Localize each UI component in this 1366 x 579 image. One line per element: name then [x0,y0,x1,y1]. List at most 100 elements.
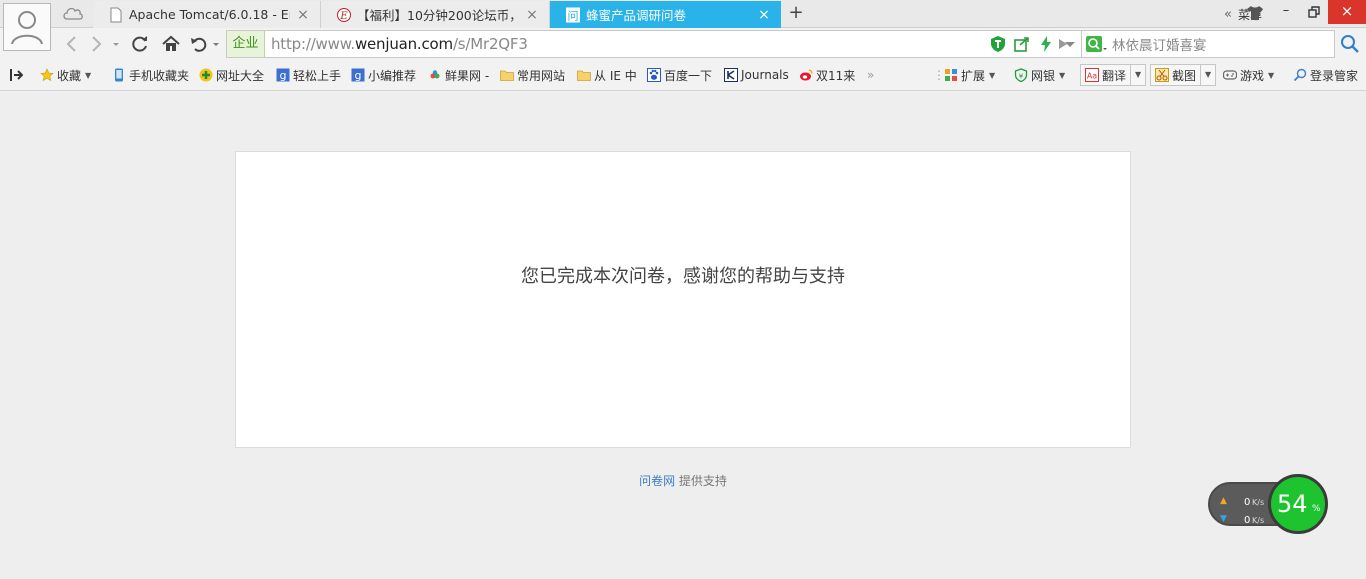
user-avatar[interactable] [3,3,51,51]
address-bar[interactable]: 企业 http://www.wenjuan.com/s/Mr2QF3 [226,30,1086,58]
play-icon[interactable] [1056,37,1070,51]
tab-close-button[interactable]: × [523,6,541,24]
bookmark-label: 收藏 [57,68,82,83]
refresh-icon[interactable] [130,34,150,54]
restore-icon [1308,6,1320,18]
close-window-button[interactable]: × [1328,0,1366,24]
url-domain: wenjuan.com [354,35,453,53]
bookmark-baidu[interactable]: 百度一下 [647,66,712,84]
fruit-icon [430,70,440,79]
memory-usage-button[interactable]: 54 % [1268,474,1328,534]
bookmarks-bar: 收藏 ▼ 手机收藏夹 网址大全 g 轻松上手 g 小编推荐 鲜果网 - 常用网站… [0,60,1366,90]
search-box[interactable] [1081,30,1335,58]
page-viewport: 您已完成本次问卷，感谢您的帮助与支持 问卷网 提供支持 [0,91,1366,579]
login-manager-label: 登录管家 [1310,68,1359,83]
page-icon [110,7,122,22]
upload-arrow-icon: ▲ [1220,496,1227,506]
tab-label: Apache Tomcat/6.0.18 - Error report [129,7,290,22]
home-icon[interactable] [161,34,181,54]
games-label: 游戏 [1240,68,1265,83]
svg-text:g: g [280,69,287,82]
translate-label: 翻译 [1102,68,1127,83]
bookmark-label: 从 IE 中 [594,68,637,83]
bookmark-label: Journals [741,68,789,82]
url-prefix: http://www. [271,35,355,53]
skin-shirt-icon[interactable] [1246,5,1264,21]
folder-icon [577,70,591,81]
translate-button[interactable]: Aa 翻译 ▼ [1080,64,1147,86]
svg-text:¥: ¥ [1019,73,1024,81]
bookmark-xianguo[interactable]: 鲜果网 - [428,66,489,84]
g-icon: g [276,68,290,82]
sidebar-toggle[interactable] [9,66,26,84]
extensions-label: 扩展 [961,68,986,83]
bookmark-favorites[interactable]: 收藏 ▼ [40,66,91,84]
tab-close-button[interactable]: × [294,6,312,24]
login-manager-button[interactable]: 登录管家 [1293,66,1358,84]
completion-message: 您已完成本次问卷，感谢您的帮助与支持 [521,266,845,287]
tab-label: 蜂蜜产品调研问卷 [586,8,687,23]
tab-honey-survey[interactable]: 问 蜂蜜产品调研问卷 × [550,1,781,28]
powered-by-text: 提供支持 [678,474,727,488]
chevron-down-icon[interactable] [212,34,220,54]
bookmark-label: 小编推荐 [368,68,417,83]
games-button[interactable]: 游戏 ▼ [1223,66,1274,84]
lightning-icon[interactable] [1037,35,1055,53]
bookmark-from-ie[interactable]: 从 IE 中 [577,66,637,84]
chevron-down-icon[interactable] [112,34,120,54]
star-icon [40,68,54,82]
forum-e-icon: E [337,7,351,22]
tab-forum-post[interactable]: E 【福利】10分钟200论坛币，帮忙填写问卷 × [321,1,550,28]
folder-icon [500,70,514,81]
tab-tomcat-error[interactable]: Apache Tomcat/6.0.18 - Error report × [93,1,321,28]
translate-icon: Aa [1085,68,1099,82]
cloud-sync-icon[interactable] [62,4,84,22]
url-text[interactable]: http://www.wenjuan.com/s/Mr2QF3 [271,31,528,57]
bookmark-mobile-favorites[interactable]: 手机收藏夹 [112,66,189,84]
undo-icon[interactable] [189,34,209,54]
bookmark-common-sites[interactable]: 常用网站 [500,66,565,84]
back-arrow-icon[interactable] [62,34,82,54]
chevron-down-icon[interactable]: ▼ [1130,65,1141,85]
chevron-down-icon: ▼ [989,70,996,80]
bookmarks-more-button[interactable]: » [867,66,874,84]
chevron-down-icon[interactable]: ▼ [1200,65,1211,85]
bookmark-label: 鲜果网 - [445,68,490,83]
restore-button[interactable] [1300,0,1328,24]
svg-text:Aa: Aa [1087,72,1097,81]
bookmark-getting-started[interactable]: g 轻松上手 [276,66,341,84]
phone-icon [115,68,123,82]
upload-speed-value: 0 [1244,497,1251,508]
bookmark-site-directory[interactable]: 网址大全 [199,66,264,84]
bookmark-editor-picks[interactable]: g 小编推荐 [351,66,416,84]
tab-close-button[interactable]: × [755,6,773,24]
screenshot-button[interactable]: 截图 ▼ [1150,64,1217,86]
enterprise-badge[interactable]: 企业 [227,31,265,57]
minimize-button[interactable]: – [1272,0,1300,24]
scissors-icon [1155,68,1169,82]
search-icon[interactable] [1340,34,1360,54]
bookmark-label: 轻松上手 [293,68,342,83]
download-arrow-icon: ▼ [1220,514,1227,524]
online-bank-label: 网银 [1031,68,1056,83]
extensions-button[interactable]: 扩展 ▼ [944,66,995,84]
bookmark-double-11[interactable]: 双11来 [799,66,855,84]
security-shield-icon[interactable] [989,35,1007,53]
svg-text:问: 问 [568,9,579,22]
share-icon[interactable] [1013,35,1031,53]
forward-arrow-icon[interactable] [86,34,106,54]
online-bank-button[interactable]: ¥ 网银 ▼ [1014,66,1065,84]
wenjuan-link[interactable]: 问卷网 [639,474,675,488]
screenshot-label: 截图 [1172,68,1197,83]
bookmark-label: 常用网站 [517,68,566,83]
sidebar-toggle-icon [10,69,23,81]
url-path: /s/Mr2QF3 [452,35,528,53]
wenjuan-icon: 问 [566,7,580,22]
tab-bar: Apache Tomcat/6.0.18 - Error report × E … [0,0,1366,51]
network-speed-widget[interactable]: ▲ 0 K/s ▼ 0 K/s 54 % [1208,474,1328,534]
search-input[interactable] [1112,32,1327,56]
search-engine-icon[interactable] [1086,36,1108,53]
collapse-icon[interactable]: « [1224,7,1232,22]
new-tab-button[interactable]: + [786,3,806,23]
bookmark-journals[interactable]: Journals [724,66,789,84]
